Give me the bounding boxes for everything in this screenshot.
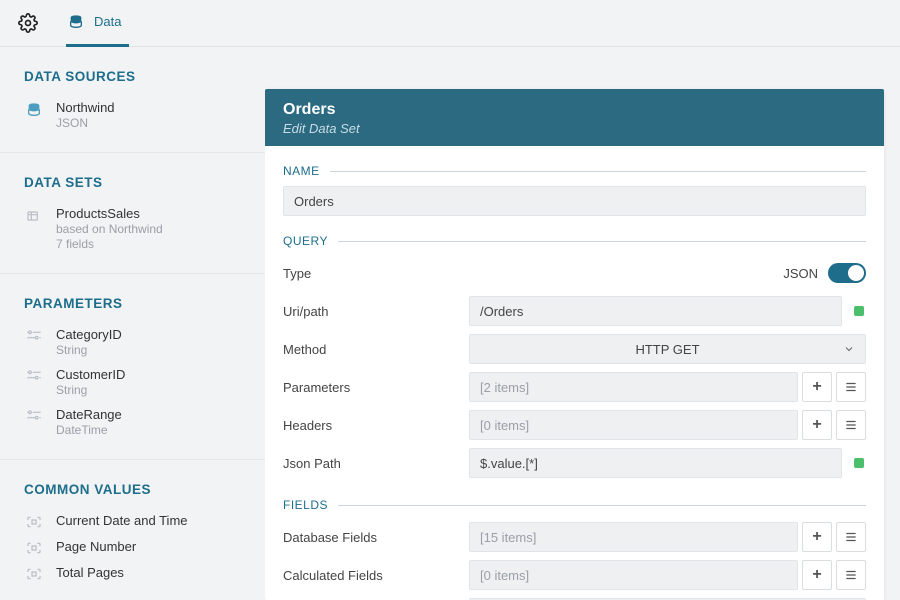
common-value-item[interactable]: Page Number — [0, 533, 265, 559]
parameter-type: DateTime — [56, 423, 122, 437]
gear-icon[interactable] — [18, 13, 38, 33]
method-label: Method — [283, 342, 469, 357]
data-sets-title: DATA SETS — [0, 153, 265, 200]
panel-header: Orders Edit Data Set — [265, 89, 884, 146]
common-value-name: Total Pages — [56, 565, 124, 580]
data-set-sub1: based on Northwind — [56, 222, 163, 236]
data-set-name: ProductsSales — [56, 206, 163, 221]
panel-title: Orders — [283, 101, 866, 119]
database-icon — [24, 100, 44, 118]
method-select[interactable]: HTTP GET — [469, 334, 866, 364]
parameters-label: Parameters — [283, 380, 469, 395]
parameter-name: DateRange — [56, 407, 122, 422]
calculated-fields-label: Calculated Fields — [283, 568, 469, 583]
chevron-down-icon — [843, 343, 855, 355]
data-set-sub2: 7 fields — [56, 237, 163, 251]
headers-field[interactable]: [0 items] — [469, 410, 798, 440]
list-headers-button[interactable] — [836, 410, 866, 440]
parameter-type: String — [56, 383, 125, 397]
data-set-item[interactable]: ProductsSales based on Northwind 7 field… — [0, 200, 265, 255]
edit-data-set-panel: Orders Edit Data Set NAME QUERY Type JSO… — [265, 89, 884, 600]
list-calcfields-button[interactable] — [836, 560, 866, 590]
uri-label: Uri/path — [283, 304, 469, 319]
type-value: JSON — [783, 266, 818, 281]
add-calcfield-button[interactable]: + — [802, 560, 832, 590]
parameter-name: CategoryID — [56, 327, 122, 342]
parameter-icon — [24, 367, 44, 381]
common-values-title: COMMON VALUES — [0, 460, 265, 507]
parameter-icon — [24, 407, 44, 421]
name-group-label: NAME — [283, 164, 866, 178]
common-value-name: Page Number — [56, 539, 136, 554]
panel-subtitle: Edit Data Set — [283, 121, 866, 136]
parameters-title: PARAMETERS — [0, 274, 265, 321]
type-label: Type — [283, 266, 469, 281]
add-header-button[interactable]: + — [802, 410, 832, 440]
calculated-fields-field[interactable]: [0 items] — [469, 560, 798, 590]
jsonpath-label: Json Path — [283, 456, 469, 471]
add-dbfield-button[interactable]: + — [802, 522, 832, 552]
fields-group-label: FIELDS — [283, 498, 866, 512]
common-value-name: Current Date and Time — [56, 513, 188, 528]
uri-input[interactable]: /Orders — [469, 296, 842, 326]
common-value-item[interactable]: Total Pages — [0, 559, 265, 585]
parameter-item[interactable]: DateRange DateTime — [0, 401, 265, 441]
parameter-type: String — [56, 343, 122, 357]
parameter-item[interactable]: CustomerID String — [0, 361, 265, 401]
status-indicator-icon — [854, 306, 864, 316]
database-icon — [68, 14, 84, 30]
list-dbfields-button[interactable] — [836, 522, 866, 552]
insert-field-icon — [24, 539, 44, 555]
status-indicator-icon — [854, 458, 864, 468]
headers-label: Headers — [283, 418, 469, 433]
data-source-name: Northwind — [56, 100, 115, 115]
parameters-field[interactable]: [2 items] — [469, 372, 798, 402]
tab-data[interactable]: Data — [66, 0, 129, 47]
data-source-sub: JSON — [56, 116, 115, 130]
add-parameter-button[interactable]: + — [802, 372, 832, 402]
database-fields-field[interactable]: [15 items] — [469, 522, 798, 552]
parameter-item[interactable]: CategoryID String — [0, 321, 265, 361]
top-tab-bar: Data — [0, 0, 900, 47]
insert-field-icon — [24, 513, 44, 529]
parameter-icon — [24, 327, 44, 341]
dataset-icon — [24, 206, 44, 224]
parameter-name: CustomerID — [56, 367, 125, 382]
database-fields-label: Database Fields — [283, 530, 469, 545]
common-value-item[interactable]: Current Date and Time — [0, 507, 265, 533]
tab-data-label: Data — [94, 14, 121, 29]
data-sources-title: DATA SOURCES — [0, 47, 265, 94]
query-group-label: QUERY — [283, 234, 866, 248]
data-source-item[interactable]: Northwind JSON — [0, 94, 265, 134]
name-input[interactable] — [283, 186, 866, 216]
sidebar: DATA SOURCES Northwind JSON DATA SETS Pr… — [0, 47, 265, 600]
type-toggle[interactable] — [828, 263, 866, 283]
insert-field-icon — [24, 565, 44, 581]
jsonpath-input[interactable]: $.value.[*] — [469, 448, 842, 478]
list-parameters-button[interactable] — [836, 372, 866, 402]
